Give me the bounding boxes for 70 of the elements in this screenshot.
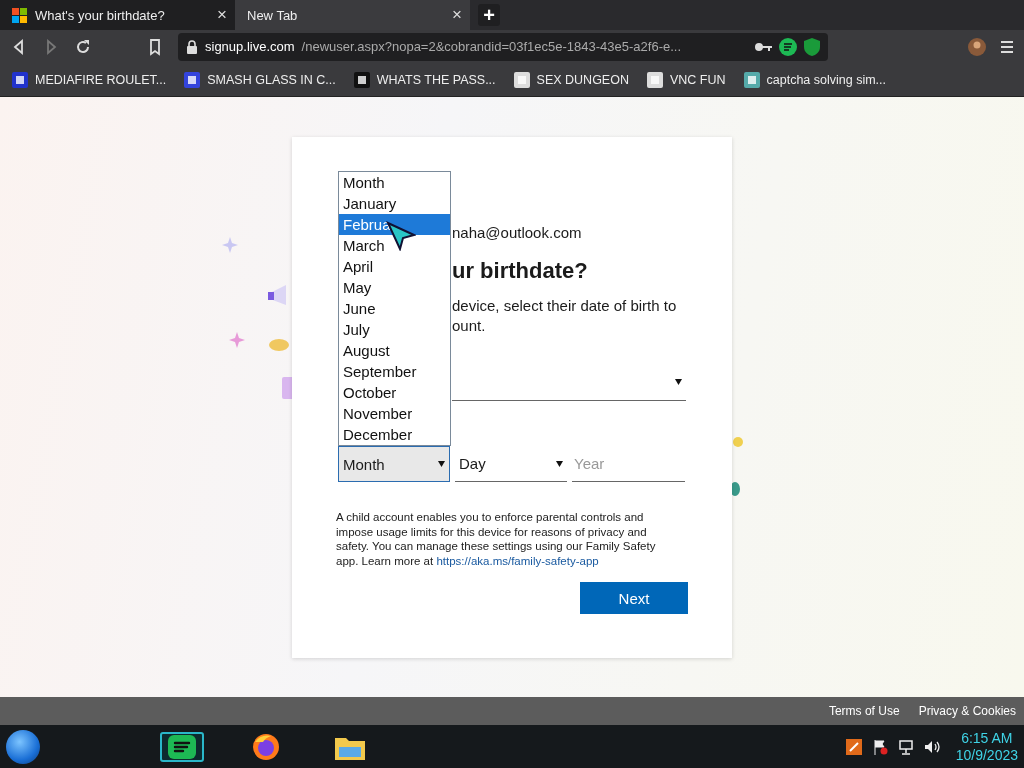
close-tab-button[interactable]: × (217, 5, 227, 25)
month-select[interactable]: Month (338, 446, 450, 482)
family-safety-link[interactable]: https://aka.ms/family-safety-app (436, 554, 599, 567)
browser-tab[interactable]: What's your birthdate? × (0, 0, 235, 30)
month-option[interactable]: September (339, 361, 450, 382)
url-path: /newuser.aspx?nopa=2&cobrandid=03f1ec5e-1843-43e5-a2f6-e... (301, 39, 683, 54)
footer-link[interactable]: Privacy & Cookies (918, 704, 1016, 718)
bookmark-link[interactable]: SMASH GLASS IN C... (184, 71, 336, 88)
month-option[interactable]: July (339, 319, 450, 340)
close-tab-button[interactable]: × (452, 5, 462, 25)
bookmark-link[interactable]: MEDIAFIRE ROULET... (12, 71, 167, 88)
bookmark-favicon-icon (743, 71, 760, 88)
year-field[interactable]: Year (572, 446, 685, 482)
bookmark-favicon-icon (12, 71, 28, 88)
month-option[interactable]: May (339, 277, 450, 298)
day-select[interactable]: Day (455, 446, 567, 482)
reload-icon[interactable] (74, 37, 92, 56)
url-host: signup.live.com (205, 39, 295, 54)
month-option[interactable]: Februa (339, 214, 450, 235)
sparkle-icon (229, 332, 245, 348)
coin-icon (733, 437, 743, 447)
account-email: naha@outlook.com (452, 224, 583, 241)
start-button[interactable] (6, 729, 40, 764)
coins-icon (268, 337, 290, 353)
key-icon[interactable] (754, 41, 772, 52)
month-option[interactable]: August (339, 340, 450, 361)
month-option[interactable]: January (339, 193, 450, 214)
bookmark-link[interactable]: captcha solving sim... (743, 71, 887, 88)
month-option[interactable]: October (339, 382, 450, 403)
bookmark-favicon-icon (646, 71, 663, 88)
month-option[interactable]: June (339, 298, 450, 319)
windows-logo-icon (12, 7, 27, 23)
bookmark-favicon-icon (353, 71, 370, 88)
shield-icon[interactable] (804, 37, 820, 56)
caret-icon (438, 461, 445, 467)
month-option[interactable]: December (339, 424, 450, 445)
page-heading: ur birthdate? (452, 258, 589, 284)
footer-link[interactable]: Terms of Use (828, 704, 900, 718)
intro-text: device, select their date of birth to (452, 296, 678, 316)
bookmark-link[interactable]: WHATS THE PASS... (353, 71, 496, 88)
clock[interactable]: 6:15 AM 10/9/2023 (955, 729, 1018, 764)
sparkle-icon (222, 237, 238, 253)
month-option[interactable]: March (339, 235, 450, 256)
browser-app-icon[interactable] (251, 731, 281, 762)
clock-time: 6:15 AM (961, 729, 1013, 747)
clock-date: 10/9/2023 (955, 746, 1018, 764)
flag-icon[interactable] (871, 738, 888, 755)
bookmark-link[interactable]: SEX DUNGEON (513, 71, 629, 88)
intro-text: ount. (452, 316, 487, 336)
bookmark-favicon-icon (184, 71, 201, 88)
new-tab-button[interactable]: + (478, 4, 500, 26)
caret-icon (675, 379, 682, 385)
next-button[interactable]: Next (580, 582, 688, 614)
bookmark-link[interactable]: VNC FUN (646, 71, 726, 88)
taskbar-app-button[interactable] (160, 731, 204, 762)
caret-icon (556, 460, 563, 467)
menu-icon[interactable] (1000, 39, 1014, 54)
month-option[interactable]: Month (339, 172, 450, 193)
music-extension-icon[interactable] (779, 37, 797, 56)
info-text: A child account enables you to enforce parental controls and impose usage limits for this device for reasons of privacy and safety. You can manage these settings using our Family Safety app. Learn more at https://aka.ms/family-safety-app (336, 510, 657, 568)
bookmark-favicon-icon (513, 71, 530, 88)
network-icon[interactable] (897, 738, 914, 755)
tray-app-icon[interactable] (845, 738, 862, 755)
address-bar[interactable]: signup.live.com /newuser.aspx?nopa=2&cobrandid=03f1ec5e-1843-43e5-a2f6-e... (178, 32, 828, 61)
month-option[interactable]: April (339, 256, 450, 277)
month-option[interactable]: November (339, 403, 450, 424)
lock-icon (186, 39, 198, 54)
browser-tab[interactable]: New Tab × (235, 0, 470, 30)
music-app-icon[interactable] (168, 734, 196, 759)
profile-avatar-icon[interactable] (968, 37, 986, 56)
